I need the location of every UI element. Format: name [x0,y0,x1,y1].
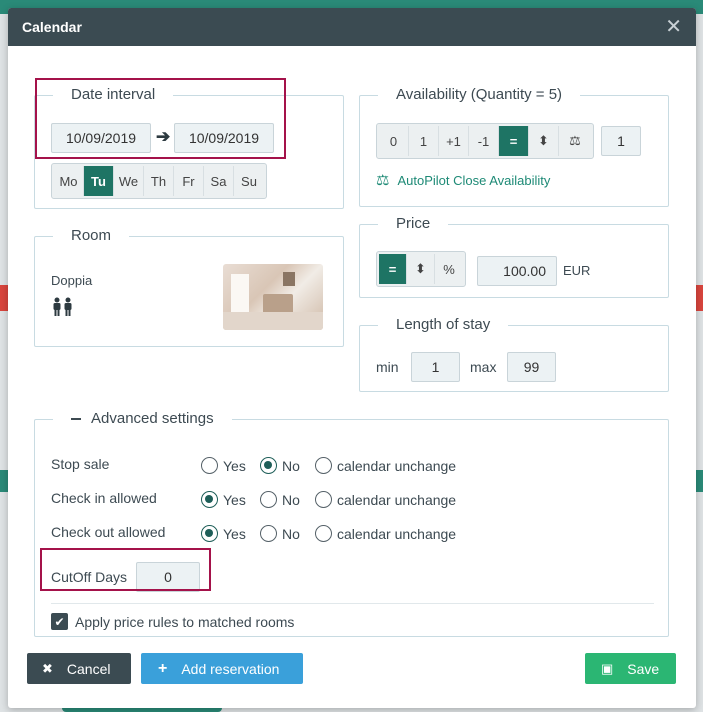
weekday-th[interactable]: Th [144,166,174,196]
modal-title: Calendar [22,19,82,35]
availability-decrement-button[interactable]: -1 [469,126,499,156]
price-currency: EUR [563,263,591,278]
cancel-button[interactable]: ✖ Cancel [27,653,131,684]
check-out-yes-radio[interactable]: Yes [201,525,246,542]
price-value-input[interactable]: 100.00 [477,256,557,286]
availability-legend: Availability (Quantity = 5) [378,80,581,109]
add-reservation-button[interactable]: + Add reservation [141,653,303,684]
check-in-label: Check in allowed [51,490,157,506]
check-in-yes-radio[interactable]: Yes [201,491,246,508]
advanced-settings-toggle[interactable]: Advanced settings [53,404,232,433]
advanced-settings-fieldset: Advanced settings Stop sale Yes No calen… [34,404,669,637]
weekday-we[interactable]: We [114,166,144,196]
length-of-stay-legend: Length of stay [378,310,509,339]
balance-scale-icon[interactable]: ⚖ [559,126,591,156]
save-button[interactable]: ▣ Save [585,653,676,684]
availability-equals-button[interactable]: = [499,126,529,156]
room-fieldset: Room Doppia [34,221,344,347]
close-icon[interactable]: ✕ [665,17,682,37]
stop-sale-yes-radio[interactable]: Yes [201,457,246,474]
highlight-date-interval [35,78,286,159]
modal-header: Calendar ✕ [8,8,696,46]
check-out-unchanged-radio[interactable]: calendar unchange [315,525,456,542]
floppy-disk-icon: ▣ [601,660,614,676]
availability-quantity-input[interactable]: 1 [601,126,641,156]
max-stay-input[interactable]: 99 [507,352,556,382]
weekday-su[interactable]: Su [234,166,264,196]
weekday-mo[interactable]: Mo [54,166,84,196]
room-photo [223,264,323,330]
highlight-cutoff-days [40,548,211,591]
price-percent-button[interactable]: % [435,254,463,284]
check-in-no-radio[interactable]: No [260,491,300,508]
availability-mode-selector: 0 1 +1 -1 = ⬍ ⚖ [376,123,594,159]
availability-increment-button[interactable]: +1 [439,126,469,156]
check-out-no-radio[interactable]: No [260,525,300,542]
weekday-selector: Mo Tu We Th Fr Sa Su [51,163,267,199]
advanced-settings-legend: Advanced settings [91,410,214,427]
availability-set-one-button[interactable]: 1 [409,126,439,156]
stop-sale-no-radio[interactable]: No [260,457,300,474]
availability-fieldset: Availability (Quantity = 5) 0 1 +1 -1 = … [359,80,669,207]
availability-set-zero-button[interactable]: 0 [379,126,409,156]
apply-price-rules-checkbox[interactable]: ✔ Apply price rules to matched rooms [51,613,294,630]
autopilot-link[interactable]: ⚖ AutoPilot Close Availability [376,171,550,189]
sort-updown-icon[interactable]: ⬍ [407,254,435,284]
close-icon: ✖ [42,660,53,676]
checkmark-icon: ✔ [51,613,68,630]
plus-icon: + [158,659,168,677]
weekday-tu[interactable]: Tu [84,166,114,196]
apply-price-rules-label: Apply price rules to matched rooms [75,613,295,630]
autopilot-label: AutoPilot Close Availability [397,172,551,188]
check-in-unchanged-radio[interactable]: calendar unchange [315,491,456,508]
price-legend: Price [378,209,449,238]
length-of-stay-fieldset: Length of stay min 1 max 99 [359,310,669,392]
price-mode-selector: = ⬍ % [376,251,466,287]
min-label: min [376,359,399,375]
max-label: max [470,359,497,375]
divider [51,603,654,604]
stop-sale-label: Stop sale [51,456,110,472]
price-fieldset: Price = ⬍ % 100.00 EUR [359,209,669,298]
room-name: Doppia [51,273,93,288]
minus-icon [71,417,81,420]
check-out-label: Check out allowed [51,524,166,540]
room-legend: Room [53,221,130,250]
weekday-fr[interactable]: Fr [174,166,204,196]
stop-sale-unchanged-radio[interactable]: calendar unchange [315,457,456,474]
balance-scale-icon: ⚖ [376,172,390,189]
min-stay-input[interactable]: 1 [411,352,460,382]
two-persons-icon [51,297,75,320]
sort-updown-icon[interactable]: ⬍ [529,126,559,156]
weekday-sa[interactable]: Sa [204,166,234,196]
price-equals-button[interactable]: = [379,254,407,284]
calendar-modal: Calendar ✕ Date interval 10/09/2019 ➔ 10… [8,8,696,708]
